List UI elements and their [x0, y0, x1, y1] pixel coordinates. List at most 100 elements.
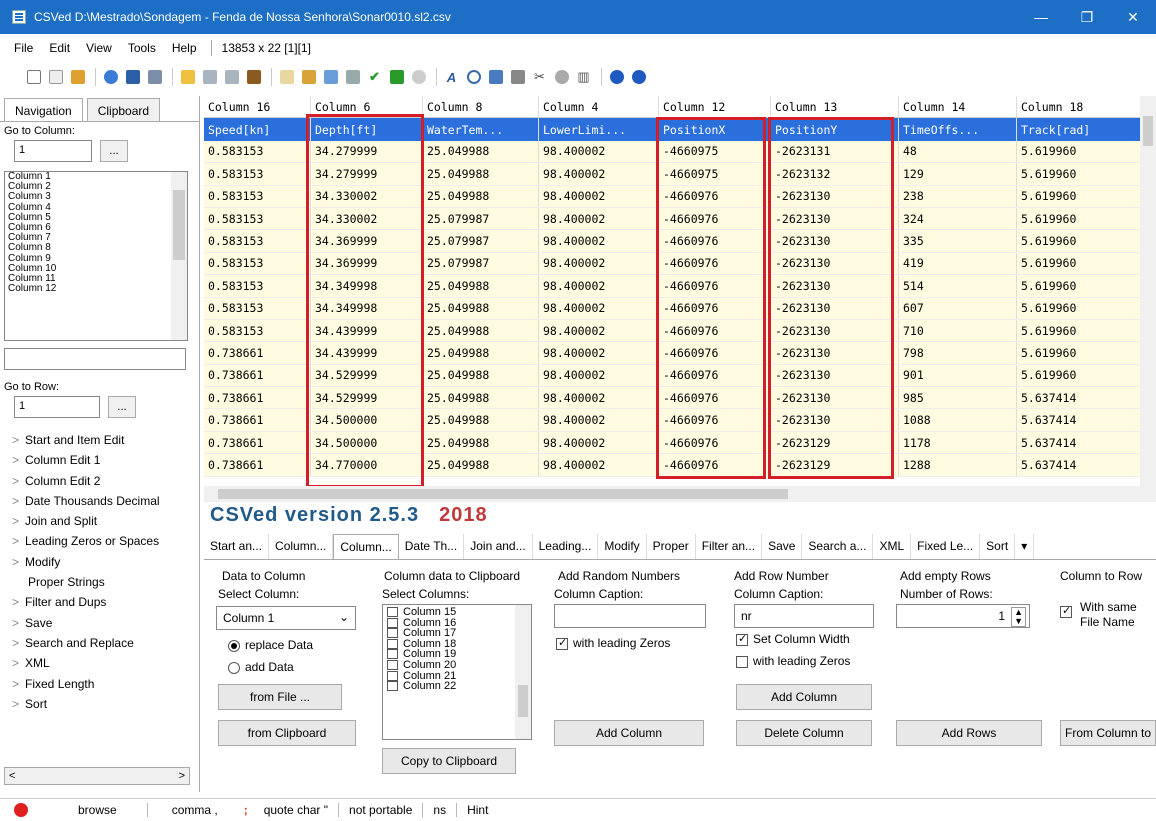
- tab-xml[interactable]: XML: [873, 534, 912, 559]
- table-cell[interactable]: 5.619960: [1017, 342, 1141, 364]
- table-cell[interactable]: 25.049988: [423, 387, 539, 409]
- table-cell[interactable]: 98.400002: [539, 319, 659, 342]
- tree-item-save[interactable]: > Save: [4, 613, 196, 633]
- table-cell[interactable]: 0.738661: [204, 431, 311, 454]
- restore-button[interactable]: ❐: [1064, 0, 1110, 34]
- table-cell[interactable]: 5.637414: [1017, 387, 1141, 409]
- refresh-icon[interactable]: [101, 68, 120, 87]
- columns-icon[interactable]: ▥: [574, 68, 593, 87]
- header-cell[interactable]: Track[rad]: [1017, 118, 1141, 141]
- tree-item-xml[interactable]: > XML: [4, 653, 196, 673]
- close-button[interactable]: ✕: [1110, 0, 1156, 34]
- table-cell[interactable]: 5.619960: [1017, 140, 1141, 163]
- goto-row-button[interactable]: ...: [108, 396, 136, 418]
- stepper-arrows-icon[interactable]: ▲ ▼: [1011, 607, 1026, 627]
- table-cell[interactable]: 5.619960: [1017, 163, 1141, 185]
- table-cell[interactable]: 985: [899, 387, 1017, 409]
- table-cell[interactable]: 5.619960: [1017, 297, 1141, 319]
- table-cell[interactable]: 0.583153: [204, 319, 311, 342]
- tab-start[interactable]: Start an...: [204, 534, 270, 559]
- column-header[interactable]: Column 8: [423, 96, 539, 118]
- rownum-add-column-button[interactable]: Add Column: [736, 684, 872, 710]
- redo-icon[interactable]: [222, 68, 241, 87]
- table-cell[interactable]: 25.049988: [423, 140, 539, 163]
- table-cell[interactable]: 607: [899, 297, 1017, 319]
- goto-column-input[interactable]: 1: [14, 140, 92, 162]
- column-header[interactable]: Column 14: [899, 96, 1017, 118]
- tree-item-modify[interactable]: > Modify: [4, 552, 196, 572]
- table-cell[interactable]: 98.400002: [539, 454, 659, 476]
- table-cell[interactable]: 25.079987: [423, 207, 539, 230]
- tab-proper[interactable]: Proper: [647, 534, 696, 559]
- table-cell[interactable]: 0.738661: [204, 387, 311, 409]
- table-cell[interactable]: 25.049988: [423, 319, 539, 342]
- tree-item-start[interactable]: > Start and Item Edit: [4, 430, 196, 450]
- tab-join[interactable]: Join and...: [464, 534, 533, 559]
- tab-modify[interactable]: Modify: [598, 534, 647, 559]
- paste-icon[interactable]: [299, 68, 318, 87]
- table-cell[interactable]: 25.049988: [423, 185, 539, 207]
- header-cell[interactable]: TimeOffs...: [899, 118, 1017, 141]
- table-cell[interactable]: 98.400002: [539, 185, 659, 207]
- tree-item-column-edit-1[interactable]: > Column Edit 1: [4, 450, 196, 470]
- rows-count-stepper[interactable]: 1 ▲ ▼: [896, 604, 1030, 628]
- from-column-to-button[interactable]: From Column to: [1060, 720, 1156, 746]
- tree-item-date[interactable]: > Date Thousands Decimal: [4, 491, 196, 511]
- tree-item-filter[interactable]: > Filter and Dups: [4, 592, 196, 612]
- checklist-scrollbar[interactable]: [515, 605, 531, 739]
- table-cell[interactable]: 798: [899, 342, 1017, 364]
- table-cell[interactable]: 98.400002: [539, 230, 659, 252]
- random-caption-input[interactable]: [554, 604, 706, 628]
- table-cell[interactable]: 5.637414: [1017, 454, 1141, 476]
- table-cell[interactable]: 98.400002: [539, 207, 659, 230]
- table-cell[interactable]: 5.619960: [1017, 319, 1141, 342]
- table-cell[interactable]: 98.400002: [539, 252, 659, 275]
- info-icon[interactable]: [629, 68, 648, 87]
- column-header[interactable]: Column 13: [771, 96, 899, 118]
- cut-icon[interactable]: ✂: [530, 68, 549, 87]
- table-cell[interactable]: 0.583153: [204, 297, 311, 319]
- check-box-icon[interactable]: [387, 68, 406, 87]
- save-as-icon[interactable]: [145, 68, 164, 87]
- table-cell[interactable]: 5.637414: [1017, 431, 1141, 454]
- column-header[interactable]: Column 4: [539, 96, 659, 118]
- list-item[interactable]: Column 12: [5, 284, 187, 294]
- tabs-dropdown-icon[interactable]: ▾: [1015, 534, 1035, 559]
- tab-navigation[interactable]: Navigation: [4, 98, 83, 121]
- menu-view[interactable]: View: [78, 41, 120, 55]
- from-clipboard-button[interactable]: from Clipboard: [218, 720, 356, 746]
- tab-fixed[interactable]: Fixed Le...: [911, 534, 981, 559]
- check-icon[interactable]: ✔: [365, 68, 384, 87]
- table-cell[interactable]: 25.049988: [423, 454, 539, 476]
- goto-row-input[interactable]: 1: [14, 396, 100, 418]
- minimize-button[interactable]: —: [1018, 0, 1064, 34]
- menu-tools[interactable]: Tools: [120, 41, 164, 55]
- scroll-left-icon[interactable]: <: [9, 770, 15, 782]
- menu-edit[interactable]: Edit: [41, 41, 78, 55]
- table-cell[interactable]: 0.738661: [204, 342, 311, 364]
- save-icon[interactable]: [123, 68, 142, 87]
- open-icon[interactable]: [68, 68, 87, 87]
- table-icon[interactable]: [486, 68, 505, 87]
- from-file-button[interactable]: from File ...: [218, 684, 342, 710]
- table-cell[interactable]: 5.619960: [1017, 252, 1141, 275]
- tab-filter[interactable]: Filter an...: [696, 534, 763, 559]
- tab-date[interactable]: Date Th...: [399, 534, 465, 559]
- tab-sort[interactable]: Sort: [980, 534, 1016, 559]
- goto-column-button[interactable]: ...: [100, 140, 128, 162]
- table-cell[interactable]: 25.049988: [423, 275, 539, 297]
- header-cell[interactable]: WaterTem...: [423, 118, 539, 141]
- list-item[interactable]: Column 22: [387, 681, 531, 692]
- tab-save[interactable]: Save: [762, 534, 803, 559]
- table-cell[interactable]: 514: [899, 275, 1017, 297]
- tab-column-2[interactable]: Column...: [333, 534, 399, 559]
- tree-item-fixed[interactable]: > Fixed Length: [4, 674, 196, 694]
- column-header[interactable]: Column 16: [204, 96, 311, 118]
- doc-icon[interactable]: [508, 68, 527, 87]
- rownum-caption-input[interactable]: nr: [734, 604, 874, 628]
- tree-item-proper[interactable]: Proper Strings: [4, 572, 196, 592]
- random-add-column-button[interactable]: Add Column: [554, 720, 704, 746]
- select-column-dropdown[interactable]: Column 1 ⌄: [216, 606, 356, 630]
- table-cell[interactable]: 98.400002: [539, 163, 659, 185]
- table-cell[interactable]: 1088: [899, 409, 1017, 431]
